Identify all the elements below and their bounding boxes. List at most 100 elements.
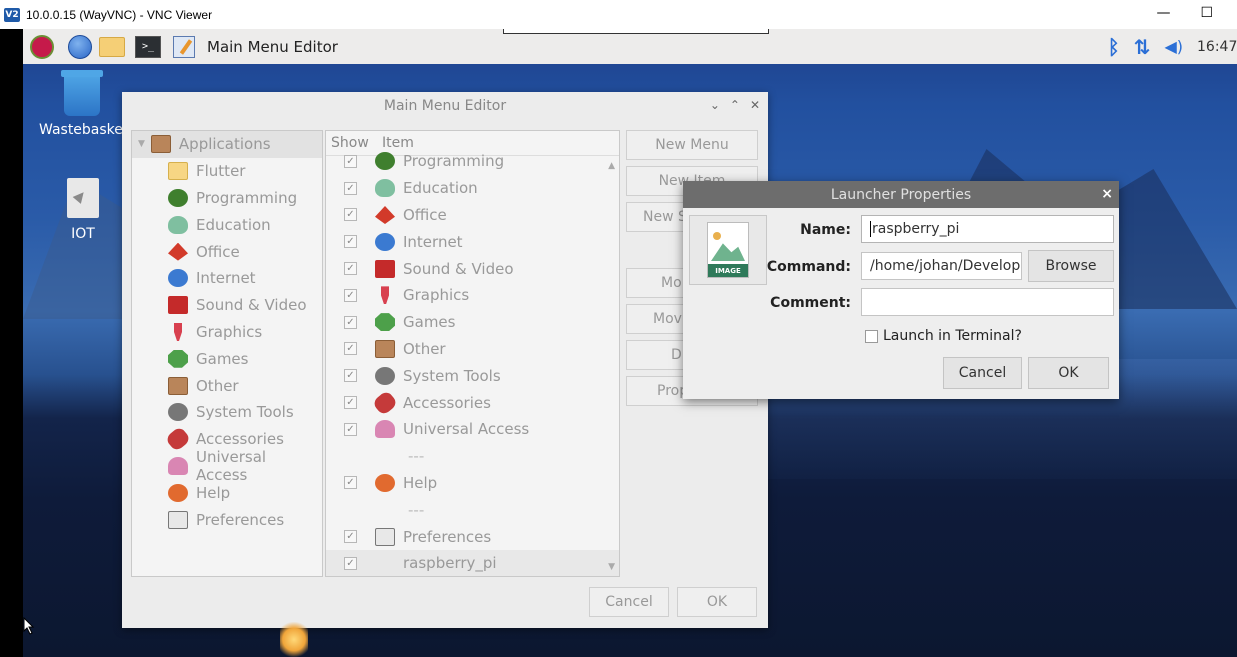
tree-item[interactable]: Programming: [132, 185, 322, 212]
list-row[interactable]: ✓ Preferences: [326, 523, 619, 550]
scroll-up-arrow-icon[interactable]: ▲: [608, 161, 615, 171]
tree-item-label: Sound & Video: [196, 296, 307, 315]
show-checkbox[interactable]: ✓: [344, 422, 357, 436]
show-checkbox[interactable]: ✓: [344, 369, 357, 383]
list-row[interactable]: ✓ System Tools: [326, 362, 619, 389]
show-checkbox[interactable]: ✓: [344, 235, 357, 249]
help-icon: [168, 483, 188, 502]
checkbox-label: Launch in Terminal?: [883, 328, 1022, 344]
tree-item[interactable]: Preferences: [132, 506, 322, 533]
checkbox-box[interactable]: [865, 329, 878, 343]
desktop-item-iot[interactable]: IOT: [38, 178, 128, 242]
maximize-button[interactable]: ☐: [1200, 5, 1213, 21]
name-label: Name:: [800, 222, 851, 238]
menu-items-list[interactable]: Show Item ✓ Programming ✓ Education ✓ Offic…: [325, 130, 620, 577]
menu-editor-task-button[interactable]: [171, 34, 197, 60]
show-checkbox[interactable]: ✓: [344, 154, 357, 168]
show-checkbox[interactable]: ✓: [344, 288, 357, 302]
active-window-title[interactable]: Main Menu Editor: [207, 38, 338, 56]
tree-item-label: Flutter: [196, 162, 246, 181]
show-checkbox[interactable]: ✓: [344, 208, 357, 222]
volume-icon[interactable]: ◀): [1164, 37, 1183, 56]
expander-arrow-icon[interactable]: ▼: [138, 139, 145, 149]
bluetooth-icon[interactable]: ᛒ: [1108, 35, 1120, 59]
launch-in-terminal-checkbox[interactable]: Launch in Terminal?: [865, 328, 1022, 344]
universal-access-icon: [168, 456, 188, 475]
show-checkbox[interactable]: ✓: [344, 181, 357, 195]
show-checkbox[interactable]: ✓: [344, 396, 357, 410]
office-icon: [168, 242, 188, 261]
show-checkbox[interactable]: ✓: [344, 315, 357, 329]
ok-button[interactable]: OK: [1028, 357, 1109, 389]
tree-item[interactable]: Other: [132, 372, 322, 399]
network-icon[interactable]: ⇅: [1134, 35, 1151, 59]
tree-item[interactable]: Sound & Video: [132, 292, 322, 319]
list-row[interactable]: ✓ Graphics: [326, 282, 619, 309]
wastebasket-icon: [61, 70, 103, 116]
maximize-icon[interactable]: ⌃: [730, 98, 740, 112]
minimize-icon[interactable]: ⌄: [710, 98, 720, 112]
list-row[interactable]: ✓ Internet: [326, 228, 619, 255]
list-row-separator[interactable]: ---: [326, 496, 619, 523]
close-icon[interactable]: ×: [1101, 186, 1113, 202]
games-icon: [375, 313, 395, 332]
list-row-label: Games: [403, 313, 456, 332]
new-menu-button[interactable]: New Menu: [626, 130, 758, 160]
show-checkbox[interactable]: ✓: [344, 262, 357, 276]
list-row[interactable]: ✓ Games: [326, 309, 619, 336]
accessories-icon: [164, 425, 192, 453]
tree-item[interactable]: Office: [132, 238, 322, 265]
list-row-selected[interactable]: ✓ raspberry_pi: [326, 549, 619, 576]
desktop-item-wastebasket[interactable]: Wastebasket: [37, 70, 127, 138]
terminal-button[interactable]: >_: [135, 34, 161, 60]
menu-tree[interactable]: ▼ Applications Flutter Programming Educa…: [131, 130, 323, 577]
list-row-label: Office: [403, 205, 447, 224]
tree-item[interactable]: Flutter: [132, 158, 322, 185]
scroll-down-arrow-icon[interactable]: ▼: [608, 562, 615, 572]
cancel-button[interactable]: Cancel: [589, 587, 669, 617]
cancel-button[interactable]: Cancel: [943, 357, 1022, 389]
name-field[interactable]: raspberry_pi: [861, 215, 1114, 243]
list-row[interactable]: ✓ Universal Access: [326, 416, 619, 443]
vnc-window-title: 10.0.0.15 (WayVNC) - VNC Viewer: [26, 7, 213, 22]
close-icon[interactable]: ✕: [750, 98, 760, 112]
accessories-icon: [371, 389, 399, 416]
show-checkbox[interactable]: ✓: [344, 556, 357, 570]
tree-item[interactable]: Education: [132, 211, 322, 238]
browse-button[interactable]: Browse: [1028, 250, 1114, 282]
taskbar-popup-edge: [503, 29, 769, 34]
show-checkbox[interactable]: ✓: [344, 530, 357, 544]
list-row-label: Other: [403, 339, 446, 358]
list-row[interactable]: ✓ Accessories: [326, 389, 619, 416]
tree-item-label: Other: [196, 376, 239, 395]
desktop-item-label: IOT: [71, 226, 95, 242]
web-browser-button[interactable]: [67, 34, 93, 60]
help-icon: [375, 473, 395, 492]
lantern-light: [280, 622, 308, 657]
tree-item[interactable]: Universal Access: [132, 448, 322, 484]
clock[interactable]: 16:47: [1197, 39, 1237, 55]
ok-button[interactable]: OK: [677, 587, 757, 617]
tree-item[interactable]: Internet: [132, 265, 322, 292]
tree-item-label: Internet: [196, 269, 256, 288]
tree-item[interactable]: System Tools: [132, 399, 322, 426]
file-manager-button[interactable]: [99, 34, 125, 60]
show-checkbox[interactable]: ✓: [344, 342, 357, 356]
comment-field[interactable]: [861, 288, 1114, 316]
list-row[interactable]: ✓ Programming: [326, 148, 619, 175]
games-icon: [168, 349, 188, 368]
list-row-separator[interactable]: ---: [326, 443, 619, 470]
list-row[interactable]: ✓ Education: [326, 175, 619, 202]
show-checkbox[interactable]: ✓: [344, 476, 357, 490]
minimize-button[interactable]: —: [1156, 5, 1170, 21]
list-row[interactable]: ✓ Help: [326, 470, 619, 497]
list-row[interactable]: ✓ Sound & Video: [326, 255, 619, 282]
tree-item[interactable]: Graphics: [132, 319, 322, 346]
tree-item[interactable]: Games: [132, 345, 322, 372]
command-field[interactable]: /home/johan/Develop: [861, 252, 1022, 280]
tree-item-applications[interactable]: ▼ Applications: [132, 131, 322, 158]
list-row[interactable]: ✓ Other: [326, 336, 619, 363]
raspberry-pi-menu-button[interactable]: [29, 34, 55, 60]
sound-video-icon: [168, 296, 188, 315]
list-row[interactable]: ✓ Office: [326, 202, 619, 229]
